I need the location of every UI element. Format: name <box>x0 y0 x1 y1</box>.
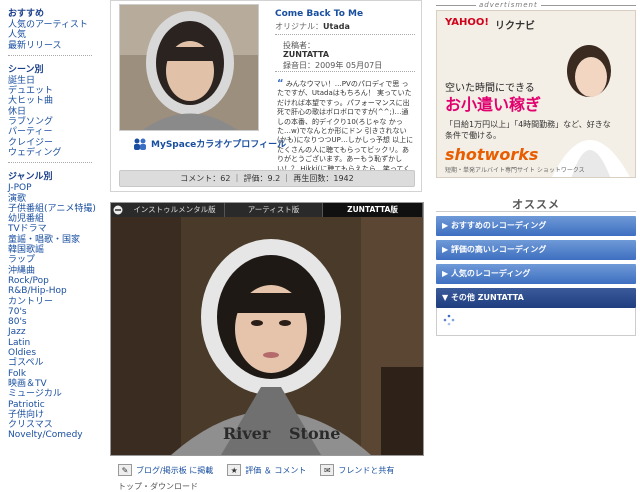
sidebar-link[interactable]: 韓国歌謡 <box>8 245 100 255</box>
comment-text: みんなウマい！…PVのパロディで思 ったですが、Utadaはもちろん！ 実ってい… <box>277 80 414 183</box>
sidebar-link[interactable]: 大ヒット曲 <box>8 96 100 106</box>
tab-instrumental[interactable]: インストゥルメンタル版 <box>125 203 225 217</box>
next-section-text: トップ・ダウンロード <box>118 482 198 491</box>
loading-area <box>436 308 636 336</box>
open-quote-icon: “ <box>277 78 284 89</box>
share-label[interactable]: フレンドと共有 <box>338 465 394 476</box>
rec-item-recommended[interactable]: ▶ おすすめのレコーディング <box>436 216 636 236</box>
rec-item-top-rated[interactable]: ▶ 評価の高いレコーディング <box>436 240 636 260</box>
sidebar-link[interactable]: カントリー <box>8 297 100 307</box>
recommend-panel: オススメ ▶ おすすめのレコーディング ▶ 評価の高いレコーディング ▶ 人気の… <box>436 196 636 336</box>
sidebar-link[interactable]: TVドラマ <box>8 224 100 234</box>
sidebar-link[interactable]: 子供向け <box>8 410 100 420</box>
divider <box>275 71 415 72</box>
original-artist-name: Utada <box>323 22 350 31</box>
rec-item-popular[interactable]: ▶ 人気のレコーディング <box>436 264 636 284</box>
song-title[interactable]: Come Back To Me <box>275 9 363 19</box>
original-label: オリジナル： <box>275 22 323 31</box>
poster-comment: “ みんなウマい！…PVのパロディで思 ったですが、Utadaはもちろん！ 実っ… <box>277 79 415 184</box>
sidebar-link[interactable]: 人気のアーティスト <box>8 20 100 30</box>
shotworks-logo: shotworks <box>445 145 539 164</box>
sidebar-link[interactable]: 70's <box>8 307 100 317</box>
divider <box>8 162 92 164</box>
recommend-title: オススメ <box>436 196 636 212</box>
stats-bar: コメント：62 ｜ 評価：9.2 ｜ 再生回数：1942 <box>119 170 415 187</box>
tab-zuntatta[interactable]: ZUNTATTA版 <box>323 203 423 217</box>
sidebar-link[interactable]: 童謡・唱歌・国家 <box>8 235 100 245</box>
rikunabi-logo: リクナビ <box>495 21 535 32</box>
share-icon: ✉ <box>320 464 335 476</box>
sidebar-link[interactable]: クレイジー <box>8 138 100 148</box>
sidebar-link[interactable]: 誕生日 <box>8 76 100 86</box>
rate-comment-label[interactable]: 評価 ＆ コメント <box>245 465 306 476</box>
sidebar-link[interactable]: Novelty/Comedy <box>8 430 100 440</box>
svg-text:Stone: Stone <box>289 424 340 443</box>
svg-text:River: River <box>223 424 271 443</box>
blog-icon: ✎ <box>118 464 132 476</box>
rec-item-other-zuntatta[interactable]: ▼ その他 ZUNTATTA <box>436 288 636 308</box>
advertisement-banner[interactable]: YAHOO! リクナビ 空いた時間にできる お小遣い稼ぎ 「日給1万円以上」「4… <box>436 10 636 178</box>
sidebar-link[interactable]: 最新リリース <box>8 41 100 51</box>
yahoo-logo: YAHOO! <box>445 17 489 28</box>
sidebar-link[interactable]: パーティー <box>8 127 100 137</box>
sidebar-link[interactable]: R&B/Hip-Hop <box>8 286 100 296</box>
video-frame[interactable]: River Stone <box>111 217 423 455</box>
record-date: 録音日：2009年 05月07日 <box>283 61 383 70</box>
original-artist: オリジナル：Utada <box>275 21 350 32</box>
divider <box>275 34 415 35</box>
action-bar: ✎ ブログ/掲示板 に掲載 ★ 評価 ＆ コメント ✉ フレンドと共有 <box>118 464 428 476</box>
sidebar-link[interactable]: ウェディング <box>8 148 100 158</box>
sidebar-link[interactable]: Folk <box>8 369 100 379</box>
people-icon <box>133 138 147 150</box>
myspace-profile-link[interactable]: MySpaceカラオケプロフィール <box>133 137 286 150</box>
close-icon[interactable] <box>111 203 125 217</box>
sidebar-link[interactable]: Jazz <box>8 327 100 337</box>
loading-spinner-icon <box>443 314 455 326</box>
ad-headline: お小遣い稼ぎ <box>445 95 542 114</box>
sidebar-link[interactable]: 80's <box>8 317 100 327</box>
sidebar-link[interactable]: ゴスペル <box>8 358 100 368</box>
blog-post-button[interactable]: ✎ ブログ/掲示板 に掲載 <box>118 464 213 476</box>
rec-item-label: その他 ZUNTATTA <box>450 293 524 302</box>
sidebar: おすすめ 人気のアーティスト 人気 最新リリース シーン別 誕生日 デュエット 大ヒット曲 休日… <box>0 0 100 489</box>
share-button[interactable]: ✉ フレンドと共有 <box>320 464 394 476</box>
rec-item-label: 人気のレコーディング <box>450 269 531 278</box>
divider <box>8 54 92 56</box>
sidebar-link[interactable]: Rock/Pop <box>8 276 100 286</box>
sidebar-link[interactable]: クリスマス <box>8 420 100 430</box>
ad-description: 「日給1万円以上」「4時間勤務」など、好きな条件で働ける。 <box>445 120 611 140</box>
sidebar-link[interactable]: J-POP <box>8 183 100 193</box>
star-icon: ★ <box>227 464 242 476</box>
blog-post-label[interactable]: ブログ/掲示板 に掲載 <box>136 465 213 476</box>
sidebar-heading: おすすめ <box>8 9 45 19</box>
sidebar-link[interactable]: 幼児番組 <box>8 214 100 224</box>
poster-name[interactable]: ZUNTATTA <box>283 50 329 59</box>
sidebar-link[interactable]: 子供番組(アニメ特撮) <box>8 204 100 214</box>
sidebar-link[interactable]: デュエット <box>8 86 100 96</box>
rate-comment-button[interactable]: ★ 評価 ＆ コメント <box>227 464 306 476</box>
ad-label: advertisment <box>476 1 541 9</box>
tab-artist[interactable]: アーティスト版 <box>225 203 323 217</box>
sidebar-link[interactable]: ミュージカル <box>8 389 100 399</box>
song-info-panel: MySpaceカラオケプロフィール Come Back To Me オリジナル：… <box>110 0 422 192</box>
sidebar-link[interactable]: Oldies <box>8 348 100 358</box>
rec-item-label: おすすめのレコーディング <box>450 221 547 230</box>
sidebar-heading: シーン別 <box>8 64 44 75</box>
sidebar-heading: ジャンル別 <box>8 172 53 183</box>
sidebar-link[interactable]: 沖縄曲 <box>8 266 100 276</box>
myspace-link-label: MySpaceカラオケプロフィール <box>151 140 287 150</box>
sidebar-link[interactable]: ラブソング <box>8 117 100 127</box>
singer-thumbnail[interactable] <box>119 4 259 131</box>
ad-brand-subtitle: 短期・単発アルバイト専門サイト ショットワークス <box>445 167 585 174</box>
sidebar-link[interactable]: Latin <box>8 338 100 348</box>
sidebar-link[interactable]: Patriotic <box>8 400 100 410</box>
sidebar-link[interactable]: ラップ <box>8 255 100 265</box>
sidebar-link[interactable]: 演歌 <box>8 194 100 204</box>
sidebar-link[interactable]: 人気 <box>8 30 100 40</box>
rec-item-label: 評価の高いレコーディング <box>450 245 547 254</box>
video-player[interactable]: インストゥルメンタル版 アーティスト版 ZUNTATTA版 River Ston… <box>110 202 424 456</box>
sidebar-link[interactable]: 休日 <box>8 107 100 117</box>
player-tabs: インストゥルメンタル版 アーティスト版 ZUNTATTA版 <box>111 203 423 217</box>
sidebar-link[interactable]: 映画＆TV <box>8 379 100 389</box>
